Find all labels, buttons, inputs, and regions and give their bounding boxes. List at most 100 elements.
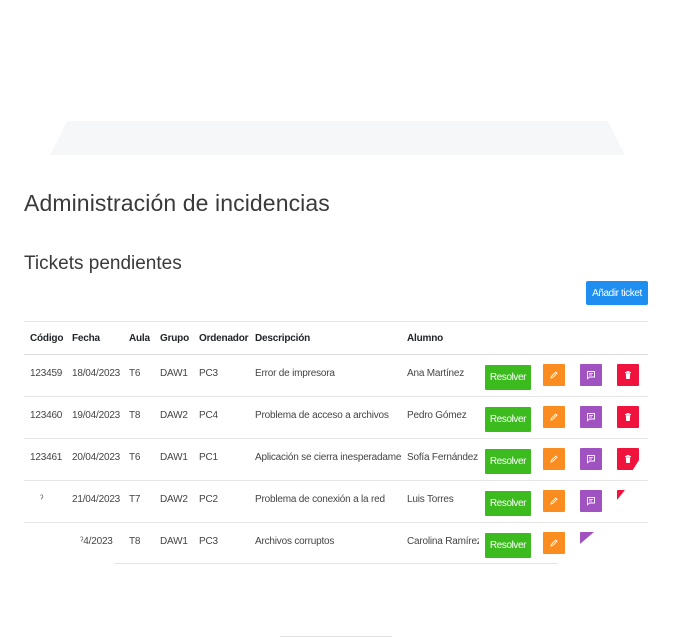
cell-resolve: Resolver (479, 481, 537, 523)
cell-edit (537, 397, 574, 439)
resolve-button[interactable]: Resolver (485, 407, 531, 432)
cell-descripcion: Problema de conexión a la red (255, 494, 385, 505)
footer-divider (280, 636, 392, 637)
cell-resolve: Resolver (479, 523, 537, 565)
cell-ordenador: PC3 (199, 368, 218, 379)
edit-button[interactable] (543, 448, 565, 470)
add-ticket-button[interactable]: Añadir ticket (586, 281, 648, 305)
cell-codigo: ˀ (40, 494, 44, 505)
cell-descripcion: Problema de acceso a archivos (255, 410, 389, 421)
trash-icon (625, 412, 631, 421)
resolve-button[interactable]: Resolver (485, 365, 531, 390)
cell-grupo: DAW2 (160, 410, 188, 421)
cell-fecha: ˀ4/2023 (80, 536, 113, 547)
cell-aula: T7 (129, 494, 141, 505)
tickets-table: Código Fecha Aula Grupo Ordenador Descri… (24, 321, 648, 565)
cell-resolve: Resolver (479, 397, 537, 439)
comment-icon (587, 497, 595, 506)
comment-button[interactable] (580, 406, 602, 428)
cell-aula: T6 (129, 368, 141, 379)
comment-button[interactable] (580, 490, 602, 512)
pencil-icon (550, 413, 558, 421)
comment-button[interactable] (580, 448, 602, 470)
header-aula: Aula (129, 332, 150, 344)
cell-alumno: Sofía Fernández (407, 452, 478, 463)
trash-icon (625, 370, 631, 379)
table-row: ˀ 21/04/2023 T7 DAW2 PC2 Problema de con… (24, 481, 648, 523)
comment-icon (587, 371, 595, 380)
cell-edit (537, 481, 574, 523)
page-title: Administración de incidencias (24, 190, 330, 216)
edit-button[interactable] (543, 490, 565, 512)
tickets-table-container: Código Fecha Aula Grupo Ordenador Descri… (24, 321, 648, 565)
cell-edit (537, 439, 574, 481)
edit-button[interactable] (543, 532, 565, 554)
cell-comment (574, 355, 611, 397)
cell-fecha: 19/04/2023 (72, 410, 121, 421)
pencil-icon (550, 455, 558, 463)
cell-grupo: DAW2 (160, 494, 188, 505)
cell-aula: T8 (129, 410, 141, 421)
cell-resolve: Resolver (479, 355, 537, 397)
edit-button[interactable] (543, 406, 565, 428)
cell-grupo: DAW1 (160, 452, 188, 463)
table-row: 123461 20/04/2023 T6 DAW1 PC1 Aplicación… (24, 439, 648, 481)
cell-alumno: Pedro Gómez (407, 410, 467, 421)
cell-aula: T8 (129, 536, 141, 547)
cell-alumno: Luis Torres (407, 494, 454, 505)
top-banner (50, 121, 625, 155)
delete-button-fragment[interactable] (617, 490, 625, 500)
table-row: ˀ4/2023 T8 DAW1 PC3 Archivos corruptos C… (24, 523, 648, 565)
cell-descripcion: Archivos corruptos (255, 536, 335, 547)
table-row: 123460 19/04/2023 T8 DAW2 PC4 Problema d… (24, 397, 648, 439)
cell-ordenador: PC4 (199, 410, 218, 421)
cell-codigo: 123459 (30, 368, 63, 379)
header-actions-4 (611, 322, 648, 355)
row-5-bottom-border (114, 563, 558, 564)
header-ordenador: Ordenador (199, 332, 249, 344)
delete-button[interactable] (617, 364, 639, 386)
cell-ordenador: PC3 (199, 536, 218, 547)
delete-button[interactable] (617, 406, 639, 428)
comment-icon (587, 455, 595, 464)
cell-comment (574, 481, 611, 523)
pencil-icon (550, 497, 558, 505)
resolve-button[interactable]: Resolver (485, 491, 531, 516)
cell-descripcion: Error de impresora (255, 368, 335, 379)
resolve-button[interactable]: Resolver (485, 449, 531, 474)
cell-fecha: 21/04/2023 (72, 494, 121, 505)
section-title: Tickets pendientes (24, 253, 182, 274)
delete-button[interactable] (617, 448, 639, 470)
cell-ordenador: PC1 (199, 452, 218, 463)
table-header-row: Código Fecha Aula Grupo Ordenador Descri… (24, 321, 648, 355)
comment-button[interactable] (580, 364, 602, 386)
edit-button[interactable] (543, 364, 565, 386)
cell-fecha: 20/04/2023 (72, 452, 121, 463)
cell-grupo: DAW1 (160, 536, 188, 547)
cell-resolve: Resolver (479, 439, 537, 481)
cell-comment (574, 397, 611, 439)
header-fecha: Fecha (72, 332, 100, 344)
resolve-button[interactable]: Resolver (485, 533, 531, 558)
comment-icon (587, 413, 595, 422)
cell-codigo: 123460 (30, 410, 63, 421)
cell-codigo (24, 523, 66, 565)
cell-delete (611, 523, 648, 565)
cell-edit (537, 355, 574, 397)
cell-delete (611, 397, 648, 439)
table-row: 123459 18/04/2023 T6 DAW1 PC3 Error de i… (24, 355, 648, 397)
cell-codigo: 123461 (30, 452, 63, 463)
header-actions-2 (537, 322, 574, 355)
header-actions-3 (574, 322, 611, 355)
cell-delete (611, 439, 648, 481)
cell-comment (574, 439, 611, 481)
header-actions-1 (479, 322, 537, 355)
trash-icon (625, 454, 631, 463)
cell-edit (537, 523, 574, 565)
cell-descripcion: Aplicación se cierra inesperadamente (255, 452, 401, 463)
header-codigo: Código (30, 332, 64, 344)
comment-button-fragment[interactable] (580, 532, 594, 544)
pencil-icon (550, 371, 558, 379)
cell-delete (611, 355, 648, 397)
cell-grupo: DAW1 (160, 368, 188, 379)
